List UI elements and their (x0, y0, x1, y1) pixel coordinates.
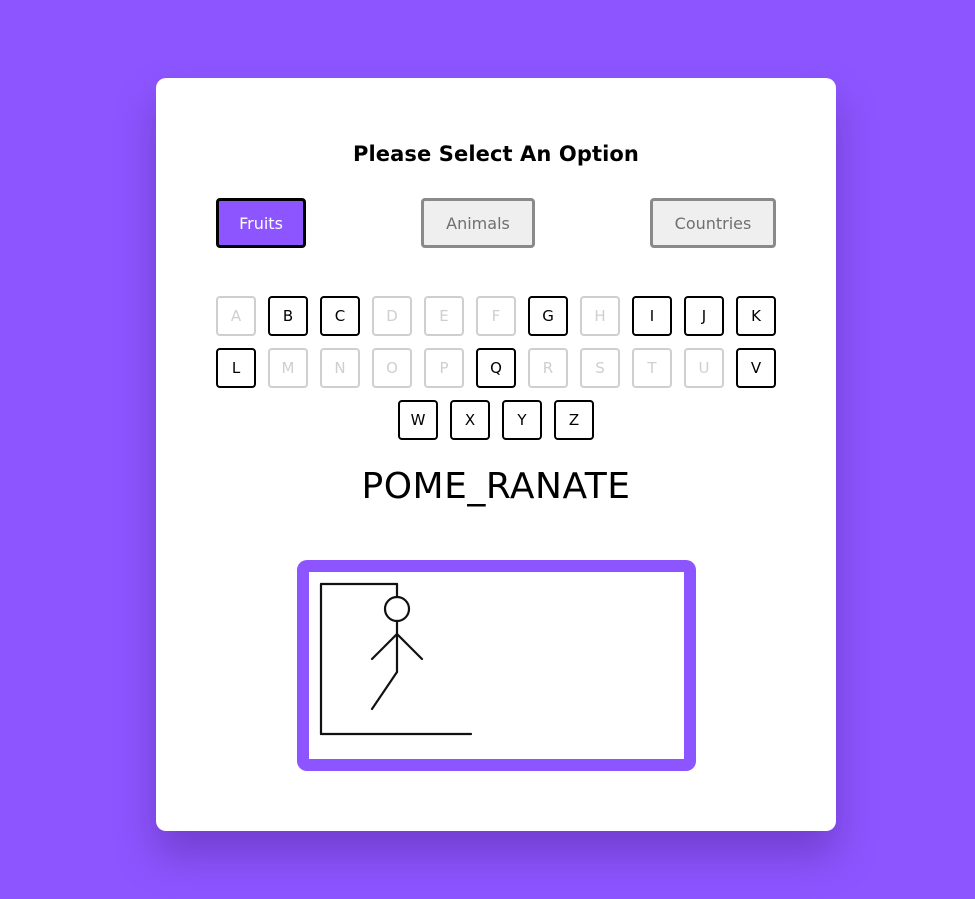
keyboard-row: ABCDEFGHIJK (216, 296, 776, 336)
option-fruits-button[interactable]: Fruits (216, 198, 306, 248)
letter-key-a: A (216, 296, 256, 336)
letter-key-y[interactable]: Y (502, 400, 542, 440)
hangman-right-arm (395, 632, 424, 661)
letter-key-d: D (372, 296, 412, 336)
letter-key-b[interactable]: B (268, 296, 308, 336)
hangman-canvas (297, 560, 696, 771)
letter-key-s: S (580, 348, 620, 388)
letter-key-j[interactable]: J (684, 296, 724, 336)
letter-key-q[interactable]: Q (476, 348, 516, 388)
letter-key-u: U (684, 348, 724, 388)
keyboard-row: LMNOPQRSTUV (216, 348, 776, 388)
keyboard-row: WXYZ (216, 400, 776, 440)
letter-key-k[interactable]: K (736, 296, 776, 336)
letter-key-c[interactable]: C (320, 296, 360, 336)
hangman-left-leg (370, 670, 399, 711)
letter-key-z[interactable]: Z (554, 400, 594, 440)
option-animals-button[interactable]: Animals (421, 198, 535, 248)
letter-key-n: N (320, 348, 360, 388)
game-card: Please Select An Option Fruits Animals C… (156, 78, 836, 831)
letter-key-o: O (372, 348, 412, 388)
letter-key-t: T (632, 348, 672, 388)
letter-key-h: H (580, 296, 620, 336)
hangman-drawing (319, 582, 473, 736)
letter-key-i[interactable]: I (632, 296, 672, 336)
letter-keyboard: ABCDEFGHIJK LMNOPQRSTUV WXYZ (216, 296, 776, 452)
option-countries-button[interactable]: Countries (650, 198, 776, 248)
letter-key-v[interactable]: V (736, 348, 776, 388)
word-display: POME_RANATE (361, 466, 631, 507)
letter-key-f: F (476, 296, 516, 336)
letter-key-r: R (528, 348, 568, 388)
letter-key-w[interactable]: W (398, 400, 438, 440)
letter-key-g[interactable]: G (528, 296, 568, 336)
page-title: Please Select An Option (353, 142, 639, 166)
hangman-left-arm (370, 632, 399, 661)
letter-key-l[interactable]: L (216, 348, 256, 388)
letter-key-m: M (268, 348, 308, 388)
letter-key-p: P (424, 348, 464, 388)
hangman-head (383, 595, 411, 623)
letter-key-x[interactable]: X (450, 400, 490, 440)
letter-key-e: E (424, 296, 464, 336)
